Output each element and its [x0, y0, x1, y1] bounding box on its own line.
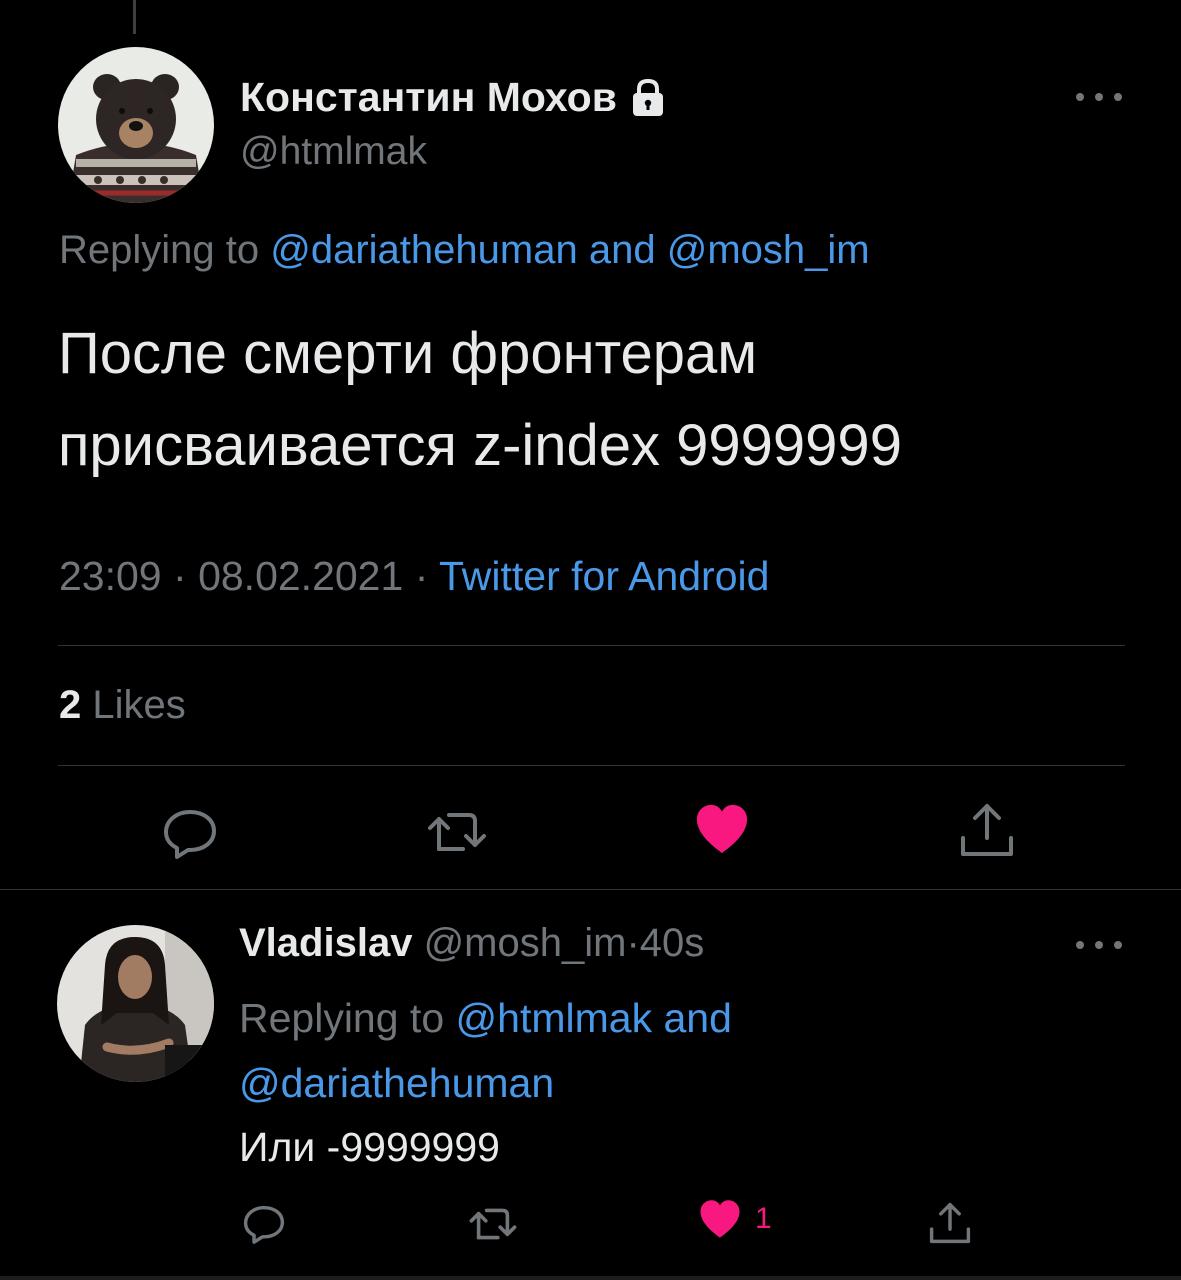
tweet-text: После смерти фронтерам присваивается z-i… — [58, 308, 1138, 492]
bear-avatar-image — [58, 47, 214, 203]
divider — [58, 765, 1125, 766]
author-display-name: Константин Мохов — [240, 74, 617, 120]
mention-dariathehuman[interactable]: @dariathehuman — [270, 228, 577, 272]
share-button[interactable] — [957, 800, 1017, 860]
likes-label: Likes — [92, 683, 186, 727]
tweet-meta: 23:09 · 08.02.2021 · Twitter for Android — [59, 553, 769, 600]
tweet-text-line-1: После смерти фронтерам — [58, 321, 758, 386]
reply-like-button[interactable]: 1 — [697, 1198, 772, 1240]
reply-share-button[interactable] — [927, 1200, 973, 1246]
tweet-source[interactable]: Twitter for Android — [439, 553, 769, 599]
meta-separator: · — [414, 553, 429, 599]
tweet-text-line-2: присваивается z-index 9999999 — [58, 413, 902, 478]
replying-to-line: Replying to @dariathehuman and @mosh_im — [59, 228, 870, 273]
likes-count: 2 — [59, 683, 82, 727]
reply-icon — [243, 1205, 285, 1244]
reply-mention-conjunction: and — [663, 995, 732, 1041]
divider — [58, 645, 1125, 646]
retweet-icon — [469, 1208, 517, 1240]
bottom-divider — [0, 1276, 1181, 1280]
lock-icon — [629, 78, 667, 118]
reply-retweet-button[interactable] — [467, 1204, 519, 1244]
reply-separator: · — [626, 921, 640, 965]
mention-dariathehuman-2[interactable]: @dariathehuman — [239, 1060, 554, 1106]
person-avatar-image — [57, 925, 214, 1082]
reply-handle[interactable]: @mosh_im — [424, 921, 627, 965]
mention-mosh-im[interactable]: @mosh_im — [667, 228, 870, 272]
reply-replying-to: Replying to @htmlmak and @dariathehuman — [239, 986, 732, 1116]
heart-icon — [700, 1200, 740, 1238]
heart-icon — [696, 804, 748, 854]
reply-button[interactable] — [160, 802, 220, 862]
reply-display-name[interactable]: Vladislav — [239, 921, 412, 965]
retweet-icon — [428, 813, 486, 851]
tweet-date[interactable]: 08.02.2021 — [198, 553, 403, 599]
more-options-icon[interactable] — [1076, 90, 1122, 104]
retweet-button[interactable] — [425, 807, 489, 857]
reply-header: Vladislav @mosh_im·40s — [239, 921, 704, 966]
divider — [0, 889, 1181, 890]
replying-prefix: Replying to — [59, 228, 260, 272]
mention-conjunction: and — [588, 228, 656, 272]
tweet-time[interactable]: 23:09 — [59, 553, 162, 599]
author-handle[interactable]: @htmlmak — [240, 130, 427, 174]
likes-summary[interactable]: 2 Likes — [59, 683, 186, 728]
reply-icon — [164, 810, 216, 859]
reply-text: Или -9999999 — [239, 1124, 500, 1170]
reply-reply-button[interactable] — [241, 1200, 287, 1246]
reply-age[interactable]: 40s — [640, 921, 705, 965]
reply-replying-prefix: Replying to — [239, 995, 445, 1041]
mention-htmlmak[interactable]: @htmlmak — [456, 995, 653, 1041]
author-avatar[interactable] — [58, 47, 214, 203]
like-button[interactable] — [693, 802, 751, 856]
reply-author-avatar[interactable] — [57, 925, 214, 1082]
share-icon — [961, 804, 1013, 856]
reply-more-options-icon[interactable] — [1076, 938, 1122, 952]
share-icon — [929, 1202, 971, 1244]
meta-separator: · — [173, 553, 187, 599]
reply-like-count: 1 — [755, 1202, 772, 1235]
thread-connector-line — [133, 0, 136, 34]
author-display-name-row[interactable]: Константин Мохов — [240, 74, 667, 121]
